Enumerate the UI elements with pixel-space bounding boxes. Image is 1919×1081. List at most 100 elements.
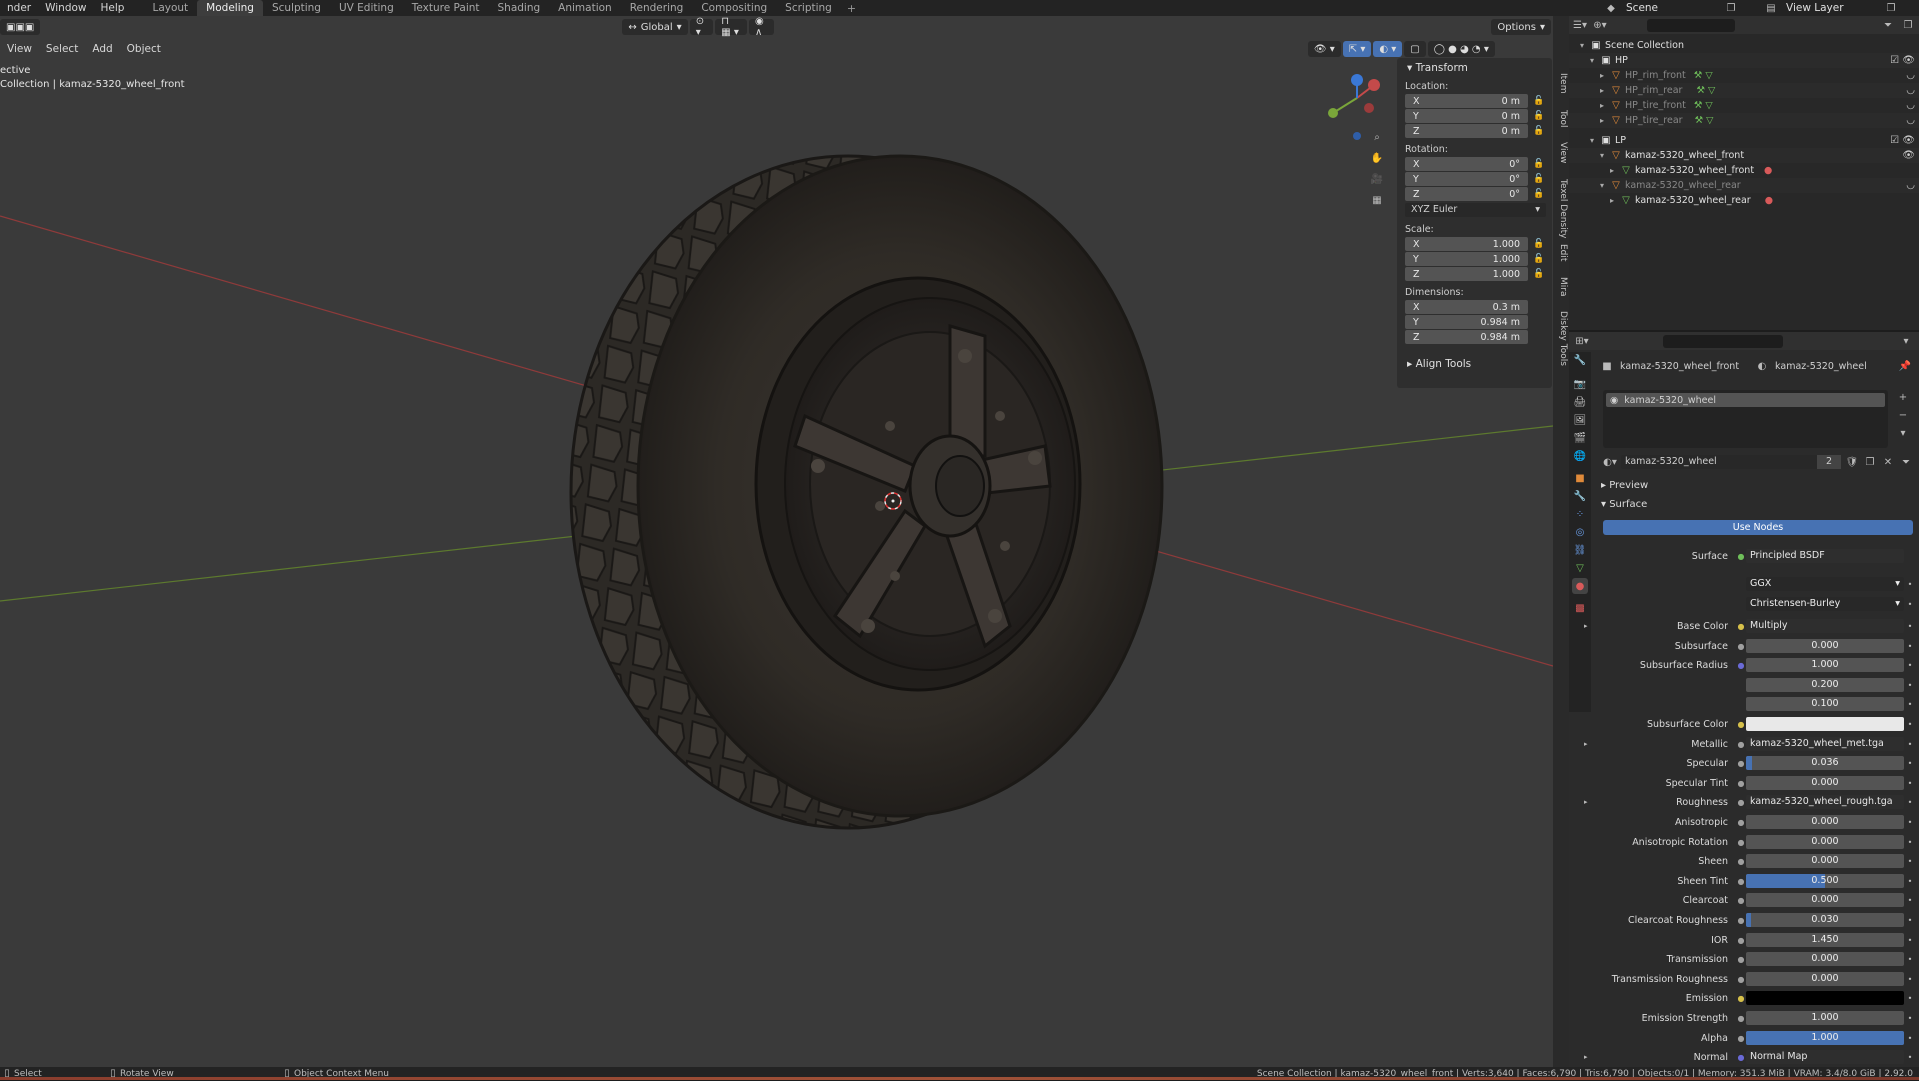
sidebar-tab-texel-density[interactable]: Texel Density bbox=[1554, 172, 1568, 246]
lock-icon[interactable]: 🔓 bbox=[1532, 189, 1546, 199]
visibility-icon[interactable]: 👁 ▾ bbox=[1307, 41, 1341, 57]
keyframe-dot-icon[interactable]: • bbox=[1904, 798, 1916, 807]
property-value-field[interactable]: 0.000 bbox=[1746, 893, 1904, 907]
expand-icon[interactable]: ▸ bbox=[1597, 101, 1607, 110]
lock-icon[interactable]: 🔓 bbox=[1532, 111, 1546, 121]
output-tab-icon[interactable]: 🖨 bbox=[1572, 394, 1588, 410]
expand-icon[interactable]: ▸ bbox=[1597, 86, 1607, 95]
menu-render[interactable]: nder bbox=[0, 0, 38, 16]
distribution-dropdown[interactable]: GGX ▾ bbox=[1746, 577, 1904, 591]
collapse-icon[interactable]: ▾ bbox=[1587, 56, 1597, 65]
rotation-z-field[interactable]: Z 0° bbox=[1405, 187, 1528, 201]
scale-y-field[interactable]: Y 1.000 bbox=[1405, 252, 1528, 266]
hidden-eye-icon[interactable]: ◡ bbox=[1906, 70, 1915, 81]
remove-slot-icon[interactable]: − bbox=[1896, 408, 1910, 422]
rotation-x-field[interactable]: X 0° bbox=[1405, 157, 1528, 171]
texture-tab-icon[interactable]: ▩ bbox=[1572, 600, 1588, 616]
hidden-eye-icon[interactable]: ◡ bbox=[1906, 85, 1915, 96]
keyframe-dot-icon[interactable]: • bbox=[1904, 759, 1916, 768]
overlay-toggle-icon[interactable]: ◐ ▾ bbox=[1373, 41, 1403, 57]
sidebar-tab-mira[interactable]: Mira bbox=[1554, 272, 1568, 302]
keyframe-dot-icon[interactable]: • bbox=[1904, 681, 1916, 690]
tool-tab-icon[interactable]: 🔧 bbox=[1572, 352, 1588, 368]
dimensions-z-field[interactable]: Z 0.984 m bbox=[1405, 330, 1528, 344]
property-value-field[interactable] bbox=[1746, 991, 1904, 1005]
tab-texture-paint[interactable]: Texture Paint bbox=[403, 0, 489, 16]
property-value-field[interactable]: 0.500 bbox=[1746, 874, 1904, 888]
collapse-icon[interactable]: ▾ bbox=[1597, 151, 1607, 160]
keyframe-dot-icon[interactable]: • bbox=[1904, 936, 1916, 945]
tab-scripting[interactable]: Scripting bbox=[776, 0, 841, 16]
property-value-field[interactable]: 1.000 bbox=[1746, 658, 1904, 672]
pivot-icon[interactable]: ⊙ ▾ bbox=[689, 16, 714, 38]
property-value-field[interactable]: 0.000 bbox=[1746, 854, 1904, 868]
add-slot-icon[interactable]: + bbox=[1896, 390, 1910, 404]
shading-modes-icon[interactable]: ◯ ● ◕ ◔ ▾ bbox=[1427, 41, 1495, 57]
properties-search-input[interactable] bbox=[1663, 334, 1783, 348]
keyframe-dot-icon[interactable]: • bbox=[1904, 955, 1916, 964]
outliner-row-hp-rim-front[interactable]: ▸ ▽ HP_rim_front ⚒ ▽ ◡ bbox=[1569, 68, 1919, 83]
sidebar-tab-item[interactable]: Item bbox=[1554, 68, 1568, 98]
surface-panel-header[interactable]: ▾ Surface bbox=[1601, 499, 1647, 510]
outliner-row-wheel-rear-mesh[interactable]: ▸ ▽ kamaz-5320_wheel_rear ● bbox=[1569, 193, 1919, 208]
use-nodes-button[interactable]: Use Nodes bbox=[1603, 520, 1913, 535]
3d-viewport[interactable]: ▣▣▣ ↔ Global ▾ ⊙ ▾ ⊓ ▦ ▾ ◉ ∧ Options ▾ V… bbox=[0, 16, 1553, 1067]
outliner-row-wheel-rear[interactable]: ▾ ▽ kamaz-5320_wheel_rear ◡ bbox=[1569, 178, 1919, 193]
keyframe-dot-icon[interactable]: • bbox=[1904, 779, 1916, 788]
hidden-eye-icon[interactable]: ◡ bbox=[1906, 180, 1915, 191]
copy-icon[interactable]: ❐ bbox=[1884, 1, 1898, 15]
transform-orientation-dropdown[interactable]: ↔ Global ▾ bbox=[622, 19, 688, 35]
expand-icon[interactable]: ▸ bbox=[1597, 116, 1607, 125]
eye-icon[interactable]: ☑ 👁 bbox=[1890, 135, 1915, 146]
property-value-field[interactable]: 0.000 bbox=[1746, 776, 1904, 790]
outliner-row-hp[interactable]: ▾ ▣ HP ☑ 👁 bbox=[1569, 53, 1919, 68]
material-tab-icon[interactable]: ● bbox=[1572, 578, 1588, 594]
object-tab-icon[interactable]: ■ bbox=[1572, 470, 1588, 486]
expand-icon[interactable]: ▸ bbox=[1607, 166, 1617, 175]
location-x-field[interactable]: X 0 m bbox=[1405, 94, 1528, 108]
tab-modeling[interactable]: Modeling bbox=[197, 0, 263, 16]
unlink-icon[interactable]: ✕ bbox=[1881, 455, 1895, 469]
keyframe-dot-icon[interactable]: • bbox=[1904, 916, 1916, 925]
camera-icon[interactable]: 🎥 bbox=[1370, 172, 1384, 186]
property-value-field[interactable]: 0.000 bbox=[1746, 639, 1904, 653]
subsurface-method-dropdown[interactable]: Christensen-Burley ▾ bbox=[1746, 597, 1904, 611]
editor-type-icon[interactable]: ⊞▾ bbox=[1575, 334, 1589, 348]
surface-shader-field[interactable]: Principled BSDF bbox=[1746, 549, 1904, 563]
viewport-menu-object[interactable]: Object bbox=[120, 43, 168, 55]
tab-sculpting[interactable]: Sculpting bbox=[263, 0, 330, 16]
display-mode-icon[interactable]: ⊕▾ bbox=[1593, 18, 1607, 32]
fake-user-icon[interactable]: 🛡 bbox=[1845, 455, 1859, 469]
options-icon[interactable]: ▾ bbox=[1899, 334, 1913, 348]
keyframe-dot-icon[interactable]: • bbox=[1904, 877, 1916, 886]
outliner-row-hp-tire-rear[interactable]: ▸ ▽ HP_tire_rear ⚒ ▽ ◡ bbox=[1569, 113, 1919, 128]
lock-icon[interactable]: 🔓 bbox=[1532, 159, 1546, 169]
lock-icon[interactable]: 🔓 bbox=[1532, 126, 1546, 136]
lock-icon[interactable]: 🔓 bbox=[1532, 254, 1546, 264]
user-count[interactable]: 2 bbox=[1817, 455, 1841, 469]
collapse-icon[interactable]: ▾ bbox=[1597, 181, 1607, 190]
rotation-y-field[interactable]: Y 0° bbox=[1405, 172, 1528, 186]
xray-icon[interactable]: ▢ bbox=[1404, 41, 1426, 57]
material-name-field[interactable]: kamaz-5320_wheel 2 bbox=[1621, 455, 1841, 469]
tab-compositing[interactable]: Compositing bbox=[692, 0, 776, 16]
property-value-field[interactable]: 0.000 bbox=[1746, 835, 1904, 849]
property-value-field[interactable]: 0.000 bbox=[1746, 952, 1904, 966]
options-dropdown[interactable]: Options ▾ bbox=[1491, 19, 1551, 35]
scene-tab-icon[interactable]: 🎬 bbox=[1572, 430, 1588, 446]
keyframe-dot-icon[interactable]: • bbox=[1904, 975, 1916, 984]
dimensions-y-field[interactable]: Y 0.984 m bbox=[1405, 315, 1528, 329]
property-value-field[interactable]: 0.030 bbox=[1746, 913, 1904, 927]
mode-select-icon[interactable]: ▣▣▣ bbox=[0, 19, 41, 35]
expand-icon[interactable]: ▸ bbox=[1584, 622, 1588, 630]
filter-icon[interactable]: ⏷ bbox=[1881, 18, 1895, 32]
duplicate-icon[interactable]: ❐ bbox=[1863, 455, 1877, 469]
property-value-field[interactable]: 1.450 bbox=[1746, 933, 1904, 947]
view-layer-selector[interactable]: ▤ View Layer ❐ bbox=[1764, 0, 1914, 16]
property-value-field[interactable]: 0.000 bbox=[1746, 972, 1904, 986]
view-layer-tab-icon[interactable]: 🖼 bbox=[1572, 412, 1588, 428]
keyframe-dot-icon[interactable]: • bbox=[1904, 720, 1916, 729]
expand-icon[interactable]: ▸ bbox=[1584, 798, 1588, 806]
tab-shading[interactable]: Shading bbox=[489, 0, 550, 16]
eye-icon[interactable]: 👁 bbox=[1902, 150, 1915, 161]
